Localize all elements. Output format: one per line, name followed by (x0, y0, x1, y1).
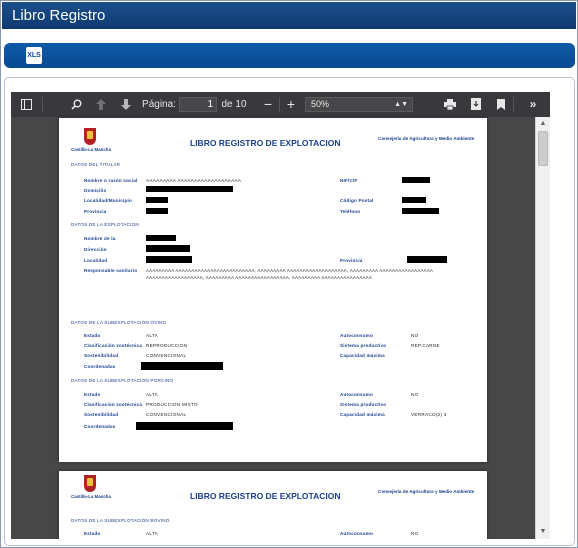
value-autoconsumo: NO (411, 531, 419, 536)
label-clasificacion: Clasificación zootécnica (84, 343, 143, 348)
app-window: Libro Registro XLS Página: 1 de 10 − + 5… (0, 0, 578, 548)
search-icon[interactable] (66, 92, 86, 117)
label-nombre-explotacion: Nombre de la (84, 236, 116, 241)
castilla-la-mancha-logo: Castilla-La Mancha (71, 475, 111, 503)
value-nombre: AAAAAAAAA AAAAAAAAAAAAAAAAAAA (146, 178, 242, 183)
label-coordenadas: Coordenadas (84, 364, 116, 369)
section-titular: DATOS DEL TITULAR (71, 162, 121, 167)
value-sostenibilidad: CONVENCIONAL (146, 353, 187, 358)
label-clasificacion: Clasificación zootécnica (84, 402, 143, 407)
page-total: de 10 (221, 99, 247, 110)
label-telefono: Teléfono (340, 209, 361, 214)
bookmark-icon[interactable] (491, 92, 511, 117)
scroll-up-icon[interactable]: ▲ (536, 117, 550, 131)
redaction (146, 235, 176, 241)
value-autoconsumo: NO (411, 333, 419, 338)
value-sistema: REP.CARNE (411, 343, 440, 348)
export-xls-button[interactable]: XLS (26, 47, 42, 64)
scrollbar-thumb[interactable] (538, 131, 548, 166)
label-autoconsumo: Autoconsumo (340, 531, 374, 536)
redaction (146, 245, 190, 252)
label-localidad-explotacion: Localidad (84, 258, 108, 263)
value-autoconsumo: NO (411, 392, 419, 397)
scroll-down-icon[interactable]: ▼ (536, 525, 550, 539)
redaction (146, 208, 168, 214)
page-number-input[interactable]: 1 (179, 97, 217, 112)
label-sistema: Sistema productivo (340, 343, 387, 348)
label-nombre: Nombre o razón social (84, 178, 138, 183)
action-bar: XLS (4, 43, 575, 68)
page-label: Página: (142, 99, 176, 110)
section-porcino: DATOS DE LA SUBEXPLOTACIÓN PORCINO (71, 378, 174, 383)
label-provincia-explotacion: Provincia (340, 258, 363, 263)
label-sostenibilidad: Sostenibilidad (84, 353, 119, 358)
castilla-la-mancha-logo: Castilla-La Mancha (71, 128, 111, 156)
section-ovino: DATOS DE LA SUBEXPLOTACIÓN OVINO (71, 320, 167, 325)
value-responsable-2: AAAAAAAAAAAAAAAAAA, AAAAAAAAA AAAAAAAAAA… (146, 275, 372, 280)
value-estado: ALTA (146, 392, 159, 397)
print-icon[interactable] (440, 92, 460, 117)
label-sistema: Sistema productivo (340, 402, 387, 407)
label-localidad: Localidad/Municipio (84, 198, 132, 203)
chevron-updown-icon: ▲▼ (394, 101, 408, 108)
zoom-out-icon[interactable]: − (258, 92, 278, 117)
redaction (136, 422, 233, 430)
redaction (146, 256, 192, 263)
value-sostenibilidad: CONVENCIONAL (146, 412, 187, 417)
consejeria-name: Consejería de Agricultura y Medio Ambien… (378, 136, 475, 141)
document-title: LIBRO REGISTRO DE EXPLOTACION (190, 491, 341, 501)
label-coordenadas: Coordenadas (84, 424, 116, 429)
label-estado: Estado (84, 531, 101, 536)
previous-page-icon[interactable] (91, 92, 111, 117)
pdf-viewer: Página: 1 de 10 − + 50% ▲▼ » Castilla-La… (11, 92, 550, 539)
download-icon[interactable] (466, 92, 486, 117)
label-estado: Estado (84, 333, 101, 338)
redaction (402, 177, 430, 183)
pdf-page-1: Castilla-La Mancha LIBRO REGISTRO DE EXP… (59, 118, 487, 462)
redaction (402, 197, 426, 203)
consejeria-name: Consejería de Agricultura y Medio Ambien… (378, 489, 475, 494)
label-autoconsumo: Autoconsumo (340, 333, 374, 338)
value-clasificacion: PRODUCCION MIXTO (146, 402, 198, 407)
next-page-icon[interactable] (116, 92, 136, 117)
section-bovino: DATOS DE LA SUBEXPLOTACIÓN BOVINO (71, 518, 170, 523)
pdf-toolbar: Página: 1 de 10 − + 50% ▲▼ » (11, 92, 550, 117)
label-capacidad: Capacidad máxima (340, 412, 385, 417)
tools-icon[interactable]: » (523, 92, 543, 117)
window-title: Libro Registro (2, 2, 576, 29)
value-clasificacion: REPRODUCCION (146, 343, 188, 348)
label-autoconsumo: Autoconsumo (340, 392, 374, 397)
label-domicilio: Domicilio (84, 188, 107, 193)
value-capacidad: VERRACO(2) 3 (411, 412, 447, 417)
redaction (407, 256, 447, 263)
value-estado: ALTA (146, 333, 159, 338)
vertical-scrollbar[interactable]: ▲ ▼ (535, 117, 550, 539)
label-cp: Código Postal (340, 198, 374, 203)
zoom-in-icon[interactable]: + (281, 92, 301, 117)
redaction (146, 186, 233, 192)
label-estado: Estado (84, 392, 101, 397)
zoom-value: 50% (311, 99, 330, 109)
redaction (141, 362, 223, 370)
label-nif: NIF/CIF (340, 178, 358, 183)
redaction (146, 197, 168, 203)
label-responsable: Responsable sanitario (84, 268, 138, 273)
label-direccion: Dirección (84, 247, 107, 252)
pdf-page-2: Castilla-La Mancha LIBRO REGISTRO DE EXP… (59, 471, 487, 539)
section-explotacion: DATOS DE LA EXPLOTACION (71, 222, 139, 227)
label-provincia: Provincia (84, 209, 107, 214)
label-sostenibilidad: Sostenibilidad (84, 412, 119, 417)
label-capacidad: Capacidad máxima (340, 353, 385, 358)
redaction (402, 208, 439, 214)
value-estado: ALTA (146, 531, 159, 536)
zoom-select[interactable]: 50% ▲▼ (305, 97, 413, 112)
sidebar-toggle-icon[interactable] (16, 92, 36, 117)
value-responsable-1: AAAAAAAAA AAAAAAAAAAAAAAAAAAAAAAAAA, AAA… (146, 268, 434, 273)
document-title: LIBRO REGISTRO DE EXPLOTACION (190, 138, 341, 148)
